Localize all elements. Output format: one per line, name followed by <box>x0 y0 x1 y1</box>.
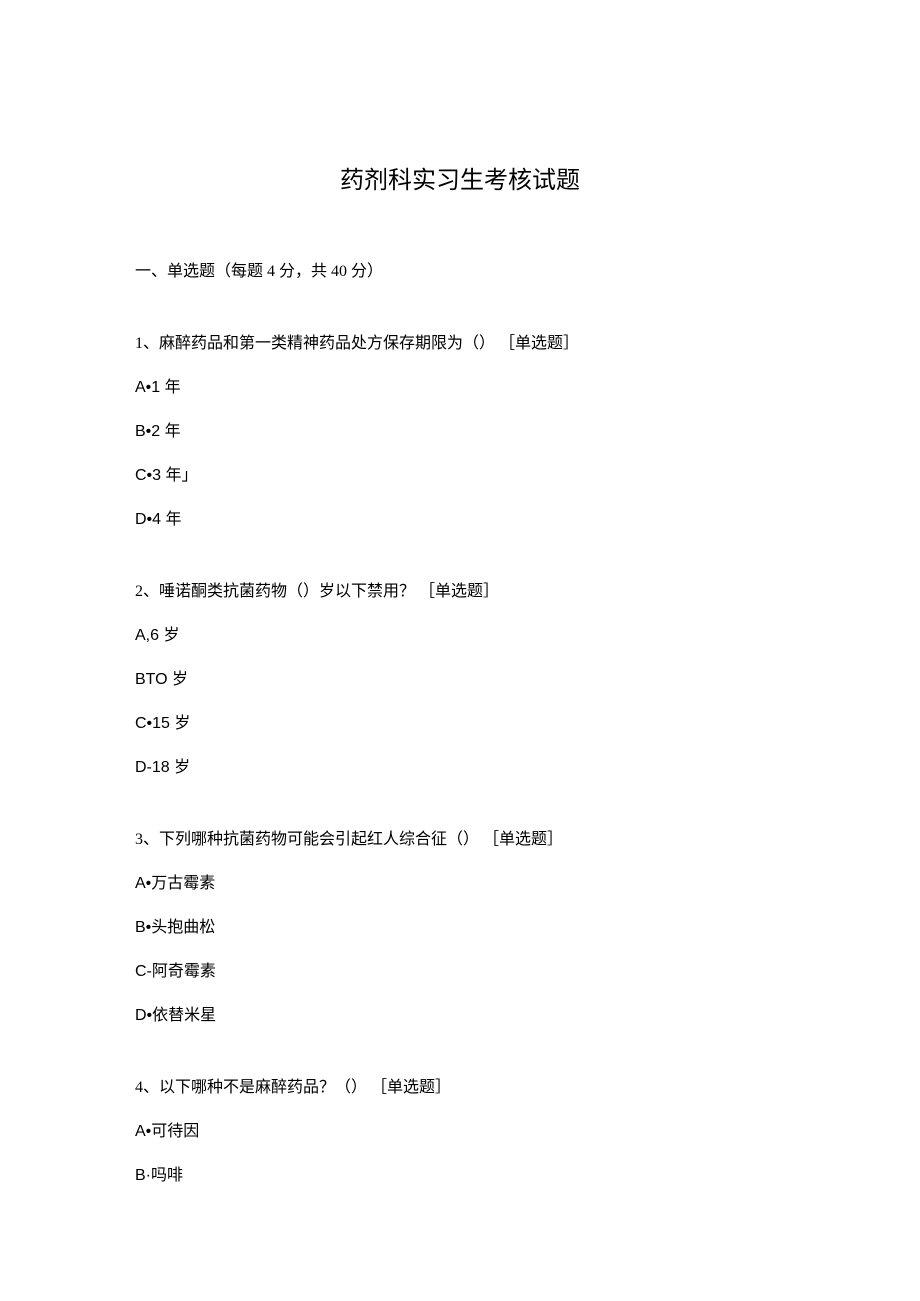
question-block: 1、麻醉药品和第一类精神药品处方保存期限为（） ［单选题］ A•1 年 B•2 … <box>135 329 785 529</box>
page-title: 药剂科实习生考核试题 <box>135 160 785 195</box>
option-d: D-18 岁 <box>135 753 785 777</box>
question-text: 4、以下哪种不是麻醉药品？（） ［单选题］ <box>135 1073 785 1097</box>
option-d: D•4 年 <box>135 505 785 529</box>
question-block: 4、以下哪种不是麻醉药品？（） ［单选题］ A•可待因 B·吗啡 <box>135 1073 785 1185</box>
option-d: D•依替米星 <box>135 1001 785 1025</box>
option-c: C-阿奇霉素 <box>135 957 785 981</box>
option-b: B•头抱曲松 <box>135 913 785 937</box>
option-a: A,6 岁 <box>135 621 785 645</box>
option-c: C•3 年」 <box>135 461 785 485</box>
question-block: 2、唾诺酮类抗菌药物（）岁以下禁用？ ［单选题］ A,6 岁 BTO 岁 C•1… <box>135 577 785 777</box>
question-text: 1、麻醉药品和第一类精神药品处方保存期限为（） ［单选题］ <box>135 329 785 353</box>
question-text: 3、下列哪种抗菌药物可能会引起红人综合征（） ［单选题］ <box>135 825 785 849</box>
question-block: 3、下列哪种抗菌药物可能会引起红人综合征（） ［单选题］ A•万古霉素 B•头抱… <box>135 825 785 1025</box>
option-a: A•1 年 <box>135 373 785 397</box>
option-b: B•2 年 <box>135 417 785 441</box>
option-b: BTO 岁 <box>135 665 785 689</box>
option-a: A•万古霉素 <box>135 869 785 893</box>
option-b: B·吗啡 <box>135 1161 785 1185</box>
section-header: 一、单选题（每题 4 分，共 40 分） <box>135 257 785 281</box>
option-c: C•15 岁 <box>135 709 785 733</box>
question-text: 2、唾诺酮类抗菌药物（）岁以下禁用？ ［单选题］ <box>135 577 785 601</box>
option-a: A•可待因 <box>135 1117 785 1141</box>
